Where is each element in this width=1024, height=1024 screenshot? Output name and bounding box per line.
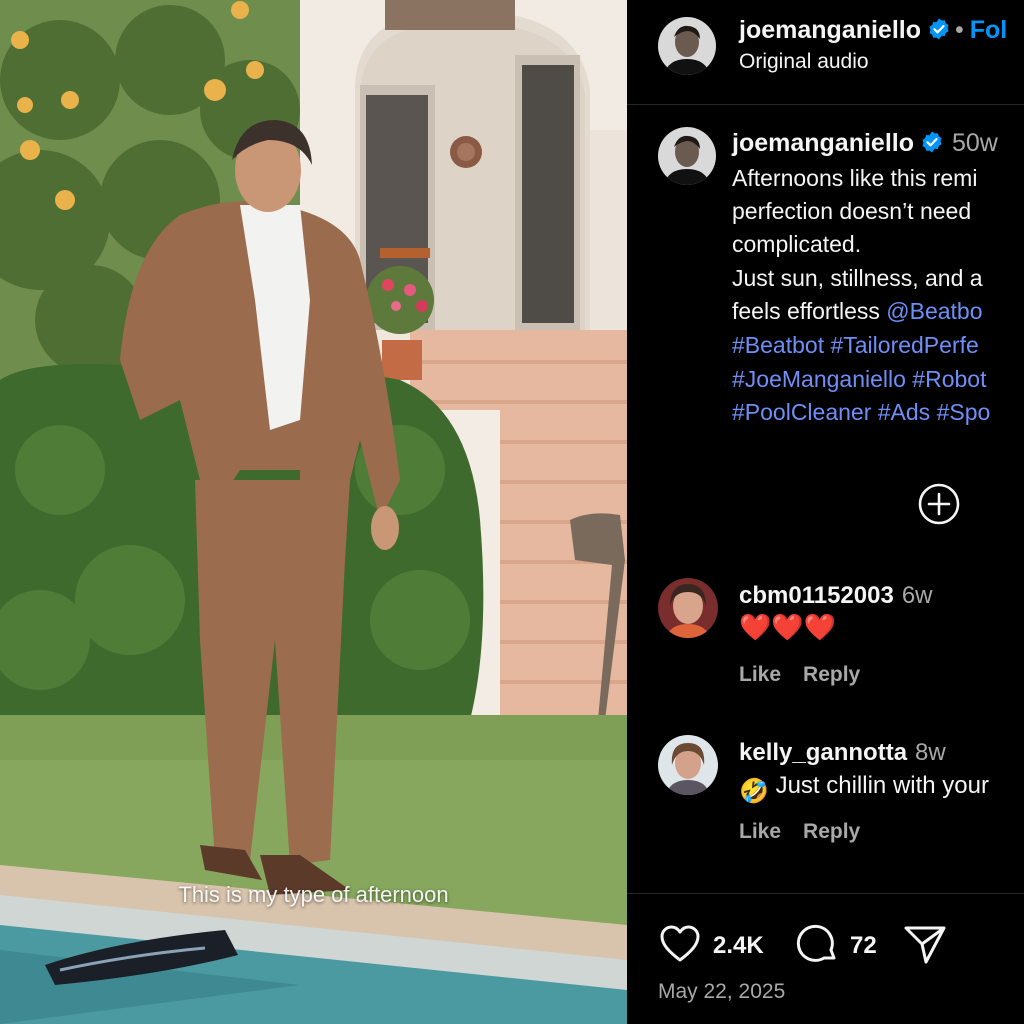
comment-reply-button[interactable]: Reply xyxy=(803,820,860,843)
comment-username[interactable]: kelly_gannotta xyxy=(739,739,907,766)
comment-actions: Like Reply xyxy=(739,663,882,687)
commenter-avatar[interactable] xyxy=(658,578,718,638)
verified-badge-icon xyxy=(922,131,942,153)
hashtag-line[interactable]: #Beatbot #TailoredPerfe xyxy=(732,332,979,359)
author-header-line: joemanganiello • Fol xyxy=(739,16,1007,45)
comment-text: Just chillin with your xyxy=(775,772,989,799)
share-icon[interactable] xyxy=(902,920,948,968)
comment-timestamp: 6w xyxy=(901,582,933,609)
header-divider xyxy=(627,104,1024,105)
video-caption: This is my type of afternoon xyxy=(178,882,449,907)
hashtag-line[interactable]: #JoeManganiello #Robot xyxy=(732,366,986,393)
original-audio-link[interactable]: Original audio xyxy=(739,50,869,74)
heart-icon[interactable] xyxy=(658,920,702,968)
caption-author-avatar[interactable] xyxy=(658,127,716,185)
post-panel: joemanganiello • Fol Original audio joeman… xyxy=(627,0,1024,1024)
author-username[interactable]: joemanganiello xyxy=(739,16,921,44)
comment-icon[interactable] xyxy=(796,920,840,968)
caption-header: joemanganiello 50w xyxy=(732,129,998,158)
follow-button[interactable]: Fol xyxy=(970,16,1008,44)
add-circle-icon[interactable] xyxy=(917,482,961,526)
caption-line: perfection doesn’t need xyxy=(732,198,972,224)
comment-like-button[interactable]: Like xyxy=(739,820,781,843)
caption-line-text: feels effortless xyxy=(732,298,887,324)
author-avatar[interactable] xyxy=(658,17,716,75)
caption-line: Afternoons like this remi xyxy=(732,165,978,191)
video-frame-illustration xyxy=(0,0,627,1024)
caption-line-with-mention: feels effortless @Beatbo xyxy=(732,298,983,325)
comment-username[interactable]: cbm01152003 xyxy=(739,582,894,609)
actions-divider xyxy=(627,893,1024,894)
caption-username[interactable]: joemanganiello xyxy=(732,129,914,157)
comment-timestamp: 8w xyxy=(915,739,946,766)
commenter-avatar[interactable] xyxy=(658,735,718,795)
comment-actions: Like Reply xyxy=(739,820,882,844)
comment-text: ❤️❤️❤️ xyxy=(739,612,837,642)
reel-video[interactable]: This is my type of afternoon xyxy=(0,0,627,1024)
comment-like-button[interactable]: Like xyxy=(739,663,781,686)
comment-header: cbm01152003 6w xyxy=(739,582,933,610)
rofl-emoji: 🤣 xyxy=(739,778,769,805)
comment-reply-button[interactable]: Reply xyxy=(803,663,860,686)
post-date: May 22, 2025 xyxy=(658,980,786,1003)
like-count[interactable]: 2.4K xyxy=(713,932,764,960)
mention-link[interactable]: @Beatbo xyxy=(886,298,982,324)
header-separator: • xyxy=(954,16,964,44)
comment-header: kelly_gannotta 8w xyxy=(739,739,946,767)
comment-text-line: 🤣 Just chillin with your xyxy=(739,772,989,806)
verified-badge-icon xyxy=(929,18,949,40)
caption-line: Just sun, stillness, and a xyxy=(732,265,983,291)
hashtag-line[interactable]: #PoolCleaner #Ads #Spo xyxy=(732,399,990,426)
comment-count: 72 xyxy=(850,932,877,959)
caption-line: complicated. xyxy=(732,231,862,257)
caption-timestamp: 50w xyxy=(951,129,998,157)
